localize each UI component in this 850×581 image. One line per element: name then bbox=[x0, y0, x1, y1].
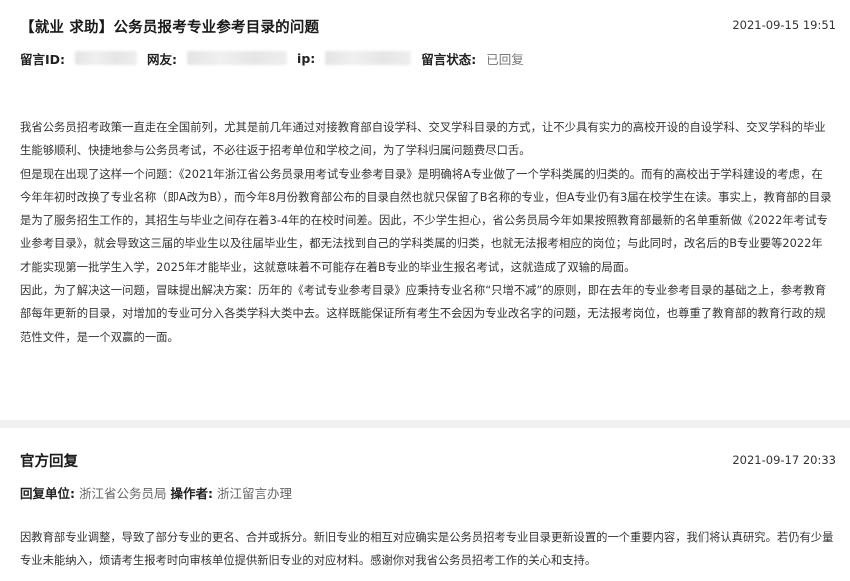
official-reply-section: 官方回复 2021-09-17 20:33 回复单位: 浙江省公务员局 操作者:… bbox=[0, 428, 850, 581]
message-paragraph: 我省公务员招考政策一直走在全国前列，尤其是前几年通过对接教育部自设学科、交叉学科… bbox=[20, 121, 826, 158]
status-label: 留言状态: bbox=[421, 51, 477, 67]
message-section: 【就业 求助】公务员报考专业参考目录的问题 2021-09-15 19:51 留… bbox=[0, 0, 850, 420]
ip-label: ip: bbox=[297, 50, 316, 66]
message-title: 【就业 求助】公务员报考专业参考目录的问题 bbox=[20, 20, 320, 36]
reply-unit-label: 回复单位: bbox=[20, 486, 75, 501]
section-divider bbox=[0, 420, 850, 428]
message-paragraph: 因此，为了解决这一问题，冒昧提出解决方案：历年的《考试专业参考目录》应秉持专业名… bbox=[20, 284, 827, 344]
user-label: 网友: bbox=[147, 51, 178, 67]
message-id-redacted bbox=[75, 51, 138, 65]
message-paragraph: 但是现在出现了这样一个问题：《2021年浙江省公务员录用考试专业参考目录》是明确… bbox=[20, 167, 832, 274]
message-body: 我省公务员招考政策一直走在全国前列，尤其是前几年通过对接教育部自设学科、交叉学科… bbox=[20, 116, 832, 349]
reply-date: 2021-09-17 20:33 bbox=[732, 453, 836, 467]
reply-body: 因教育部专业调整，导致了部分专业的更名、合并或拆分。新旧专业的相互对应确实是公务… bbox=[20, 526, 835, 573]
reply-operator-value: 浙江留言办理 bbox=[216, 486, 292, 501]
reply-title: 官方回复 bbox=[20, 454, 78, 470]
reply-unit-value: 浙江省公务员局 bbox=[78, 486, 167, 501]
status-value: 已回复 bbox=[486, 51, 524, 67]
message-id-label: 留言ID: bbox=[20, 51, 66, 67]
reply-meta: 回复单位: 浙江省公务员局 操作者: 浙江留言办理 bbox=[20, 483, 292, 502]
reply-paragraph: 因教育部专业调整，导致了部分专业的更名、合并或拆分。新旧专业的相互对应确实是公务… bbox=[20, 531, 834, 568]
message-date: 2021-09-15 19:51 bbox=[732, 18, 836, 32]
message-meta: 留言ID: 网友: ip: 留言状态: 已回复 bbox=[20, 48, 524, 68]
ip-redacted bbox=[325, 51, 412, 65]
user-redacted bbox=[187, 51, 288, 65]
reply-operator-label: 操作者: bbox=[170, 486, 213, 501]
